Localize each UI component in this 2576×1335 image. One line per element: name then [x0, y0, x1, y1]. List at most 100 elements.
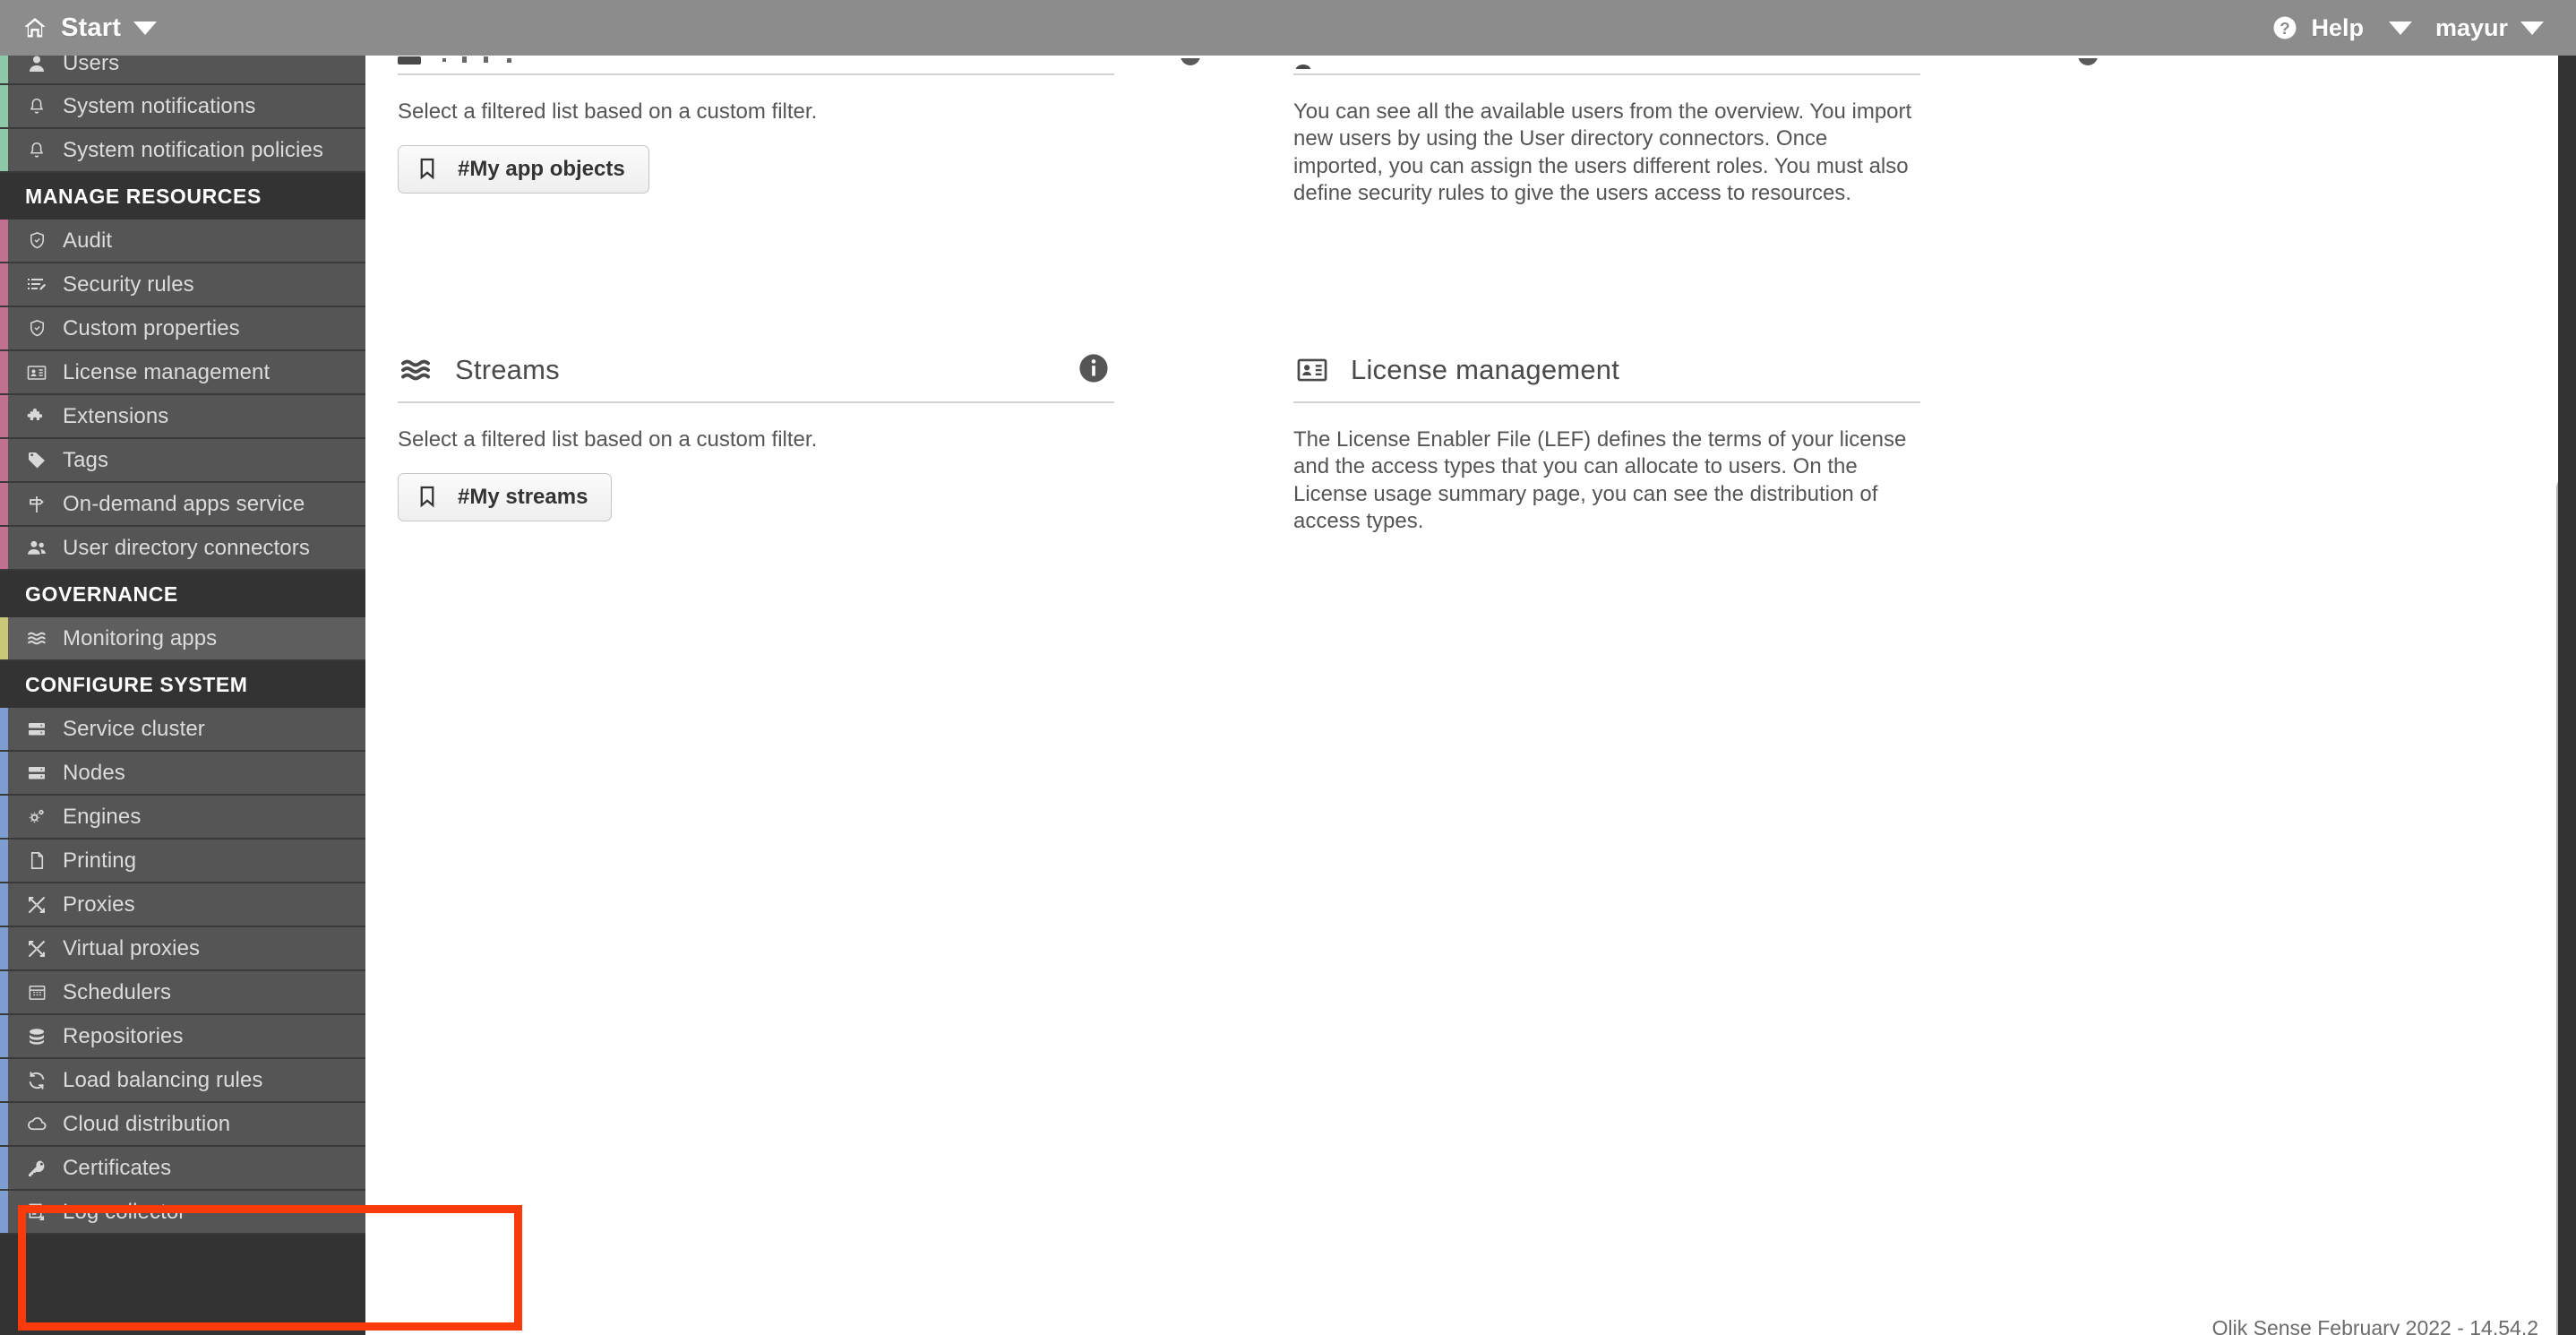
sidebar-item-label: Audit — [63, 228, 113, 253]
panel-body: Select a filtered list based on a custom… — [398, 403, 1114, 522]
sidebar-item-license-management[interactable]: License management — [0, 351, 365, 395]
app-objects-icon — [398, 56, 434, 73]
svg-text:?: ? — [2280, 19, 2290, 38]
sidebar-item-monitoring-apps[interactable]: Monitoring apps — [0, 617, 365, 661]
calendar-icon — [25, 981, 48, 1004]
sidebar-item-label: System notification policies — [63, 137, 323, 162]
filter-button-my-streams[interactable]: #My streams — [398, 473, 613, 522]
database-icon — [25, 1025, 48, 1048]
bell-icon — [25, 95, 48, 118]
tag-icon — [25, 449, 48, 472]
sidebar-heading-configure-system: CONFIGURE SYSTEM — [0, 661, 365, 708]
accent-bar — [0, 1103, 8, 1145]
sidebar-item-label: Custom properties — [63, 315, 240, 340]
sidebar-item-label: Tags — [63, 447, 109, 472]
sidebar-item-label: System notifications — [63, 93, 256, 118]
sidebar-item-label: Virtual proxies — [63, 935, 201, 960]
sidebar-item-service-cluster[interactable]: Service cluster — [0, 708, 365, 752]
accent-bar — [0, 927, 8, 969]
sidebar-item-label: Load balancing rules — [63, 1067, 263, 1092]
panel-title: Streams — [455, 354, 560, 385]
panel-app-objects: Select a filtered list based on a custom… — [398, 73, 1114, 194]
filter-button-label: #My app objects — [458, 157, 625, 182]
sidebar-item-schedulers[interactable]: Schedulers — [0, 971, 365, 1015]
header-start-group[interactable]: Start — [0, 13, 158, 43]
accent-bar — [0, 617, 8, 659]
log-icon — [25, 1201, 48, 1224]
sidebar-item-virtual-proxies[interactable]: Virtual proxies — [0, 927, 365, 971]
accent-bar — [0, 395, 8, 437]
user-menu[interactable]: mayur — [2435, 14, 2544, 42]
main-content-area: Select a filtered list based on a custom… — [365, 56, 2576, 1335]
accent-bar — [0, 840, 8, 882]
sidebar-item-repositories[interactable]: Repositories — [0, 1015, 365, 1059]
panel-description: The License Enabler File (LEF) defines t… — [1293, 427, 1907, 534]
streams-icon — [25, 627, 48, 650]
sidebar-item-on-demand-apps-service[interactable]: On-demand apps service — [0, 483, 365, 527]
sidebar-item-load-balancing-rules[interactable]: Load balancing rules — [0, 1059, 365, 1103]
sidebar-item-engines[interactable]: Engines — [0, 796, 365, 840]
panel-streams: Streams Select a filtered list based on … — [398, 351, 1114, 522]
sidebar-item-user-directory-connectors[interactable]: User directory connectors — [0, 527, 365, 571]
puzzle-icon — [25, 405, 48, 428]
accent-bar — [0, 220, 8, 262]
sidebar-item-proxies[interactable]: Proxies — [0, 883, 365, 927]
accent-bar — [0, 483, 8, 525]
sidebar-item-nodes[interactable]: Nodes — [0, 752, 365, 796]
proxy-icon — [25, 893, 48, 917]
chevron-down-icon[interactable] — [133, 21, 158, 35]
sidebar-item-tags[interactable]: Tags — [0, 439, 365, 483]
sidebar-item-label: Log collector — [63, 1199, 186, 1224]
user-label: mayur — [2434, 13, 2508, 41]
sidebar-item-label: On-demand apps service — [63, 491, 305, 516]
filter-button-my-app-objects[interactable]: #My app objects — [398, 145, 649, 194]
sidebar-item-log-collector[interactable]: Log collector — [0, 1191, 365, 1235]
sidebar-item-label: Proxies — [63, 891, 135, 917]
accent-bar — [0, 1059, 8, 1101]
sidebar-item-security-rules[interactable]: Security rules — [0, 263, 365, 307]
home-icon — [21, 15, 48, 40]
app-objects-title-clip — [442, 56, 595, 73]
accent-bar — [0, 752, 8, 794]
sidebar-item-label: Schedulers — [63, 979, 172, 1004]
header-right-group: ? Help mayur — [2271, 14, 2576, 42]
sidebar-item-label: License management — [63, 359, 270, 384]
sidebar-item-printing[interactable]: Printing — [0, 840, 365, 883]
help-menu[interactable]: ? Help — [2271, 14, 2412, 42]
user-icon — [1293, 57, 1326, 73]
page-title: Start — [61, 13, 122, 42]
sidebar-item-system-notifications[interactable]: System notifications — [0, 85, 365, 129]
info-icon[interactable] — [1177, 56, 1204, 73]
filter-button-label: #My streams — [458, 485, 588, 510]
chevron-down-icon[interactable] — [2520, 21, 2544, 35]
sidebar-item-label: Nodes — [63, 760, 125, 785]
accent-bar — [0, 1015, 8, 1057]
help-label: Help — [2311, 13, 2364, 41]
gears-icon — [25, 805, 48, 829]
help-circle-icon: ? — [2271, 14, 2298, 41]
sidebar-item-system-notification-policies[interactable]: System notification policies — [0, 129, 365, 173]
sidebar-item-extensions[interactable]: Extensions — [0, 395, 365, 439]
chevron-down-icon[interactable] — [2388, 21, 2412, 35]
page-icon — [25, 849, 48, 873]
sidebar-item-certificates[interactable]: Certificates — [0, 1147, 365, 1191]
accent-bar — [0, 971, 8, 1013]
accent-bar — [0, 263, 8, 306]
info-icon[interactable] — [2074, 56, 2101, 73]
sidebar-item-custom-properties[interactable]: Custom properties — [0, 307, 365, 351]
sidebar-item-audit[interactable]: Audit — [0, 220, 365, 263]
sidebar-heading-manage-resources: MANAGE RESOURCES — [0, 173, 365, 220]
sidebar-item-cloud-distribution[interactable]: Cloud distribution — [0, 1103, 365, 1147]
accent-bar — [0, 708, 8, 750]
info-icon[interactable] — [1078, 353, 1109, 383]
id-card-icon — [1293, 351, 1331, 389]
bell-icon — [25, 139, 48, 162]
accent-bar — [0, 883, 8, 926]
sidebar-item-label: Extensions — [63, 403, 169, 428]
panel-description: Select a filtered list based on a custom… — [398, 99, 818, 124]
accent-bar — [0, 439, 8, 481]
clipped-panel-headers — [398, 56, 2189, 73]
sidebar-item-users[interactable]: Users — [0, 56, 365, 85]
top-header-bar: Start ? Help mayur — [0, 0, 2576, 56]
server-icon — [25, 762, 48, 785]
